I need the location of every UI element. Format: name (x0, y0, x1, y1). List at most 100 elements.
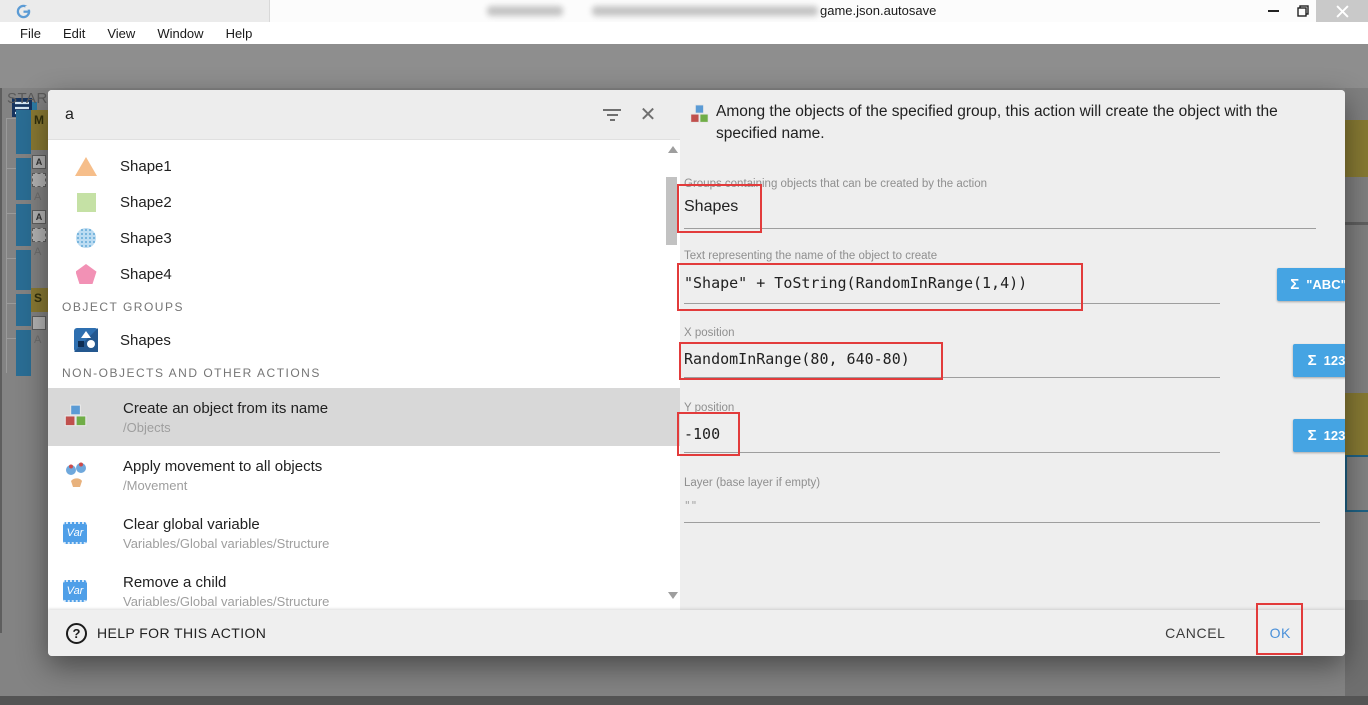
object-label: Shape2 (120, 194, 172, 211)
menu-file[interactable]: File (9, 24, 52, 43)
event-sheet-left-edge: M A A A A S A (0, 88, 48, 633)
circle-shape-icon (74, 226, 98, 250)
field-underline (684, 522, 1320, 523)
y-position-input[interactable]: -100 (684, 425, 720, 443)
search-input[interactable]: a (65, 106, 594, 124)
list-item-group-shapes[interactable]: Shapes (48, 322, 680, 358)
create-object-icon (60, 402, 90, 432)
action-subtitle: Variables/Global variables/Structure (123, 594, 329, 609)
scrollbar-thumb[interactable] (666, 177, 677, 245)
filter-icon (603, 109, 621, 121)
close-icon (1336, 5, 1349, 18)
object-label: Shape4 (120, 266, 172, 283)
app-window: game.json.autosave File Edit View Window… (0, 0, 1368, 705)
create-object-icon (688, 104, 710, 131)
section-header-other-actions: NON-OBJECTS AND OTHER ACTIONS (48, 358, 680, 388)
ok-button[interactable]: OK (1270, 625, 1291, 641)
help-label: HELP FOR THIS ACTION (97, 625, 266, 641)
list-item-create-object[interactable]: Create an object from its name /Objects (48, 388, 680, 446)
event-letter: A (34, 334, 41, 346)
event-action-chip (32, 316, 46, 330)
restore-icon (1297, 5, 1309, 17)
event-action-chip (32, 173, 46, 187)
group-label: Shapes (120, 332, 171, 349)
event-action-chip (32, 228, 46, 242)
event-action-chip: A (32, 210, 46, 224)
bottom-edge (0, 696, 1368, 705)
toolbar (0, 44, 1368, 88)
action-editor-dialog: a ✕ Shape1 Shape2 (48, 90, 1345, 656)
search-bar[interactable]: a ✕ (48, 90, 680, 140)
dialog-footer: ? HELP FOR THIS ACTION CANCEL OK (48, 610, 1345, 656)
event-comment-s: S (31, 288, 48, 312)
number-expression-editor-button[interactable]: Σ 123 (1293, 419, 1345, 452)
field-underline (684, 377, 1220, 378)
event-letter: A (34, 191, 41, 203)
number-expression-editor-button[interactable]: Σ 123 (1293, 344, 1345, 377)
filter-button[interactable] (594, 97, 630, 133)
action-subtitle: /Objects (123, 420, 328, 435)
clear-search-button[interactable]: ✕ (630, 97, 666, 133)
object-label: Shape3 (120, 230, 172, 247)
close-icon: ✕ (640, 105, 657, 125)
x-position-input[interactable]: RandomInRange(80, 640-80) (684, 350, 910, 368)
object-name-expression-input[interactable]: "Shape" + ToString(RandomInRange(1,4)) (684, 274, 1027, 292)
action-title: Create an object from its name (123, 400, 328, 417)
close-button[interactable] (1316, 0, 1368, 22)
minimize-icon (1268, 10, 1279, 12)
menu-bar: File Edit View Window Help (0, 22, 1368, 44)
menu-edit[interactable]: Edit (52, 24, 96, 43)
title-bar: game.json.autosave (0, 0, 1368, 22)
field-underline (684, 228, 1316, 229)
action-title: Apply movement to all objects (123, 458, 322, 475)
action-title: Clear global variable (123, 516, 329, 533)
action-description: Among the objects of the specified group… (716, 101, 1316, 145)
object-label: Shape1 (120, 158, 172, 175)
groups-input[interactable]: Shapes (684, 198, 738, 216)
blurred-title-segment (592, 6, 818, 16)
instruction-browser-panel: a ✕ Shape1 Shape2 (48, 90, 680, 610)
cancel-button[interactable]: CANCEL (1165, 625, 1225, 641)
field-label-x-position: X position (684, 327, 735, 339)
field-underline (684, 452, 1220, 453)
list-item-shape3[interactable]: Shape3 (48, 220, 680, 256)
action-subtitle: /Movement (123, 478, 322, 493)
triangle-shape-icon (74, 154, 98, 178)
list-item-shape1[interactable]: Shape1 (48, 148, 680, 184)
variable-icon: Var (60, 576, 90, 606)
expression-button-label: 123 (1324, 353, 1345, 368)
sigma-icon: Σ (1308, 352, 1317, 369)
instruction-list: Shape1 Shape2 Shape3 Shape4 OBJECT GROUP… (48, 140, 680, 610)
menu-view[interactable]: View (96, 24, 146, 43)
window-title: game.json.autosave (820, 3, 936, 18)
parameters-panel: Among the objects of the specified group… (680, 90, 1345, 610)
list-item-remove-a-child[interactable]: Var Remove a child Variables/Global vari… (48, 562, 680, 610)
menu-help[interactable]: Help (215, 24, 264, 43)
scroll-up-icon[interactable] (668, 146, 678, 153)
list-scrollbar[interactable] (666, 142, 678, 608)
scroll-down-icon[interactable] (668, 592, 678, 599)
event-action-chip: A (32, 155, 46, 169)
layer-input[interactable]: "" (684, 499, 697, 512)
list-item-clear-global-variable[interactable]: Var Clear global variable Variables/Glob… (48, 504, 680, 562)
apply-movement-icon (60, 460, 90, 490)
list-item-shape2[interactable]: Shape2 (48, 184, 680, 220)
restore-button[interactable] (1290, 0, 1316, 22)
field-label-y-position: Y position (684, 402, 734, 414)
gdevelop-logo-icon (16, 4, 31, 19)
object-group-icon (74, 328, 98, 352)
square-shape-icon (74, 190, 98, 214)
help-link[interactable]: ? HELP FOR THIS ACTION (66, 623, 266, 644)
minimize-button[interactable] (1260, 0, 1286, 22)
field-label-object-name: Text representing the name of the object… (684, 250, 937, 262)
section-header-object-groups: OBJECT GROUPS (48, 292, 680, 322)
list-item-apply-movement[interactable]: Apply movement to all objects /Movement (48, 446, 680, 504)
expression-button-label: "ABC" (1306, 277, 1345, 292)
title-tab (0, 0, 270, 22)
field-label-groups: Groups containing objects that can be cr… (684, 178, 987, 190)
list-item-shape4[interactable]: Shape4 (48, 256, 680, 292)
string-expression-editor-button[interactable]: Σ "ABC" (1277, 268, 1345, 301)
sigma-icon: Σ (1290, 276, 1299, 293)
menu-window[interactable]: Window (146, 24, 214, 43)
action-subtitle: Variables/Global variables/Structure (123, 536, 329, 551)
